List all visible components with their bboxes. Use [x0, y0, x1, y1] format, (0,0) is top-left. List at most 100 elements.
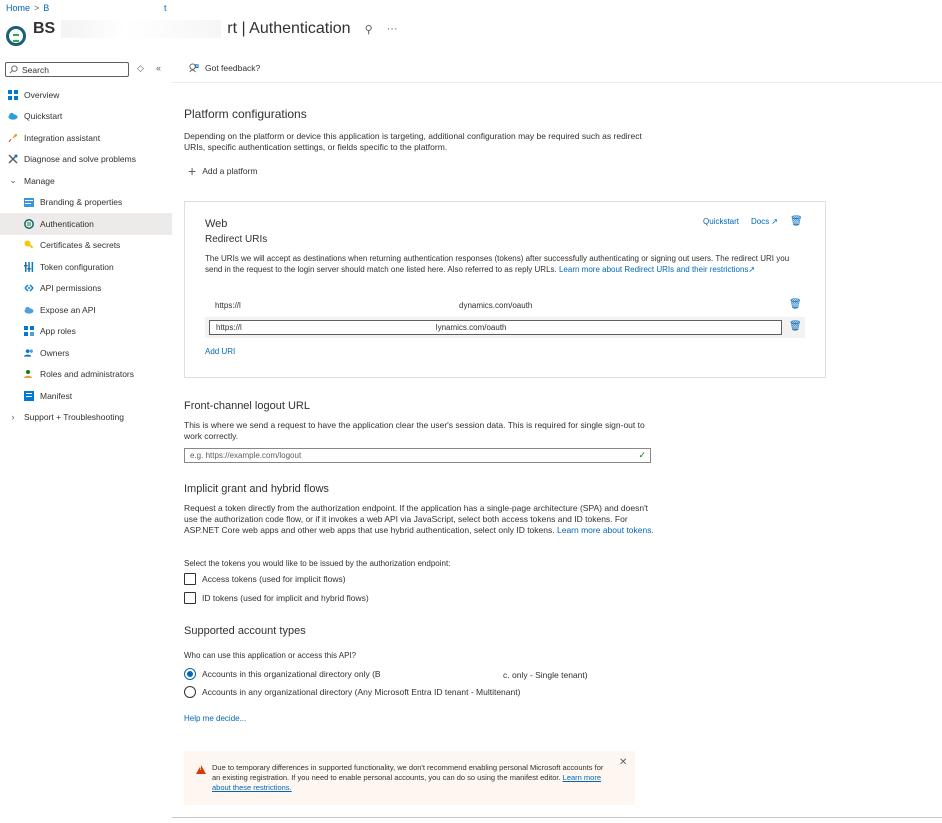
warning-message: Due to temporary differences in supporte… — [212, 763, 612, 793]
docs-link[interactable]: Docs ↗ — [751, 217, 778, 226]
sidebar-item-certificates-secrets[interactable]: Certificates & secrets — [0, 235, 172, 257]
access-tokens-checkbox-row[interactable]: Access tokens (used for implicit flows) — [184, 573, 346, 585]
help-me-decide-link[interactable]: Help me decide... — [184, 714, 246, 723]
access-tokens-label: Access tokens (used for implicit flows) — [202, 574, 346, 584]
sidebar-nav: Overview Quickstart Integration assistant D… — [0, 84, 172, 428]
authentication-icon — [24, 218, 34, 229]
page-title-suffix: rt | Authentication — [227, 20, 351, 37]
more-options-icon[interactable]: ··· — [387, 23, 398, 35]
sidebar-item-label: Roles and administrators — [40, 369, 135, 380]
logout-url-placeholder: e.g. https://example.com/logout — [190, 451, 302, 460]
external-link-icon: ↗ — [771, 217, 778, 226]
redirect-uri-input-prefix: https://l — [216, 323, 242, 332]
id-tokens-checkbox-row[interactable]: ID tokens (used for implicit and hybrid … — [184, 592, 369, 604]
sidebar-item-manage[interactable]: ⌄ Manage — [0, 170, 172, 192]
app-logo-icon — [6, 26, 26, 46]
sidebar-item-label: App roles — [40, 326, 76, 337]
token-icon — [24, 261, 34, 272]
warning-icon — [196, 765, 206, 774]
sidebar-item-label: Quickstart — [24, 111, 63, 122]
close-icon[interactable]: ✕ — [619, 757, 627, 768]
redirect-uri-input[interactable]: https://l lynamics.com/oauth — [209, 320, 782, 335]
docs-link-label: Docs — [751, 217, 770, 226]
redirect-uri-prefix: https://l — [215, 301, 241, 310]
breadcrumb-home[interactable]: Home — [6, 3, 30, 13]
access-tokens-checkbox[interactable] — [184, 573, 196, 585]
sidebar-item-api-permissions[interactable]: API permissions — [0, 278, 172, 300]
expand-icon[interactable]: ◇ — [137, 63, 144, 74]
add-uri-link[interactable]: Add URI — [205, 347, 235, 356]
single-tenant-radio-row[interactable]: Accounts in this organizational director… — [184, 668, 381, 680]
add-platform-button[interactable]: + Add a platform — [188, 163, 258, 179]
sidebar-search-input[interactable]: Search — [5, 62, 129, 77]
sidebar-item-label: Certificates & secrets — [40, 240, 121, 251]
sidebar-item-manifest[interactable]: Manifest — [0, 385, 172, 407]
redirect-uri-input-suffix: lynamics.com/oauth — [435, 323, 507, 332]
sidebar-item-token-configuration[interactable]: Token configuration — [0, 256, 172, 278]
web-card-links: Quickstart Docs ↗ 🗑 — [703, 216, 803, 227]
sidebar-item-label: API permissions — [40, 283, 102, 294]
footer-divider — [172, 817, 942, 818]
sidebar-item-overview[interactable]: Overview — [0, 84, 172, 106]
sidebar-item-branding-properties[interactable]: Branding & properties — [0, 192, 172, 214]
add-platform-label: Add a platform — [202, 166, 258, 176]
collapse-sidebar-icon[interactable]: « — [156, 63, 161, 73]
pin-icon[interactable]: ⚲ — [365, 23, 373, 36]
sidebar-item-label: Diagnose and solve problems — [24, 154, 136, 165]
sidebar-item-label: Authentication — [40, 218, 94, 229]
quickstart-link[interactable]: Quickstart — [703, 217, 739, 226]
roles-icon — [24, 369, 34, 379]
logout-url-input[interactable]: e.g. https://example.com/logout ✓ — [184, 448, 651, 463]
sidebar-item-label: Owners — [40, 347, 70, 358]
tokens-learn-more-link[interactable]: Learn more about tokens. — [557, 525, 654, 535]
rocket-icon — [8, 133, 18, 143]
external-link-icon: ↗ — [748, 264, 756, 274]
chevron-down-icon: ⌄ — [9, 175, 17, 186]
sidebar-item-label: Token configuration — [40, 261, 114, 272]
id-tokens-checkbox[interactable] — [184, 592, 196, 604]
plus-icon: + — [188, 163, 197, 179]
redirect-learn-more-link[interactable]: Learn more about Redirect URIs and their… — [559, 265, 748, 274]
search-placeholder: Search — [22, 64, 49, 75]
sidebar-item-support-troubleshooting[interactable]: › Support + Troubleshooting — [0, 407, 172, 429]
web-platform-card: Web Redirect URIs Quickstart Docs ↗ 🗑 Th… — [184, 201, 826, 378]
sidebar-item-integration-assistant[interactable]: Integration assistant — [0, 127, 172, 149]
sidebar-item-diagnose-and-solve-problems[interactable]: Diagnose and solve problems — [0, 149, 172, 171]
single-tenant-radio[interactable] — [184, 668, 196, 680]
sidebar-item-authentication[interactable]: Authentication — [0, 213, 172, 235]
overview-icon — [8, 89, 18, 100]
delete-uri-icon[interactable]: 🗑 — [789, 299, 802, 310]
redirect-uris-heading: Redirect URIs — [205, 234, 268, 245]
sidebar-item-roles-and-administrators[interactable]: Roles and administrators — [0, 364, 172, 386]
breadcrumb-separator: > — [34, 3, 40, 13]
manifest-icon — [24, 390, 34, 401]
platform-description: Depending on the platform or device this… — [184, 131, 642, 152]
warning-banner: Due to temporary differences in supporte… — [184, 751, 635, 805]
logout-heading: Front-channel logout URL — [184, 400, 310, 412]
feedback-button[interactable]: Got feedback? — [205, 63, 260, 73]
breadcrumb-app[interactable]: B — [43, 3, 49, 13]
account-types-heading: Supported account types — [184, 625, 306, 637]
multi-tenant-radio-row[interactable]: Accounts in any organizational directory… — [184, 686, 520, 698]
web-card-title: Web — [205, 218, 228, 230]
branding-icon — [24, 197, 34, 207]
breadcrumb-app-tail[interactable]: t — [164, 3, 167, 13]
sidebar-item-quickstart[interactable]: Quickstart — [0, 106, 172, 128]
multi-tenant-radio[interactable] — [184, 686, 196, 698]
breadcrumb: Home > B — [6, 3, 49, 13]
sidebar-item-app-roles[interactable]: App roles — [0, 321, 172, 343]
wrench-icon — [8, 154, 18, 164]
redirect-uris-description: The URIs we will accept as destinations … — [205, 254, 805, 275]
search-icon — [9, 65, 18, 74]
multi-tenant-label: Accounts in any organizational directory… — [202, 687, 521, 697]
sidebar-item-label: Branding & properties — [40, 197, 123, 208]
cloud-api-icon — [24, 305, 34, 315]
delete-platform-icon[interactable]: 🗑 — [790, 216, 803, 227]
page-title: BS rt | Authentication ⚲ ··· — [33, 20, 398, 38]
sidebar-item-label: Overview — [24, 89, 60, 100]
sidebar-item-owners[interactable]: Owners — [0, 342, 172, 364]
sidebar-item-expose-an-api[interactable]: Expose an API — [0, 299, 172, 321]
tokens-prompt: Select the tokens you would like to be i… — [184, 559, 451, 568]
single-tenant-label-suffix: c. only - Single tenant) — [503, 670, 588, 680]
delete-uri-icon[interactable]: 🗑 — [789, 321, 802, 332]
